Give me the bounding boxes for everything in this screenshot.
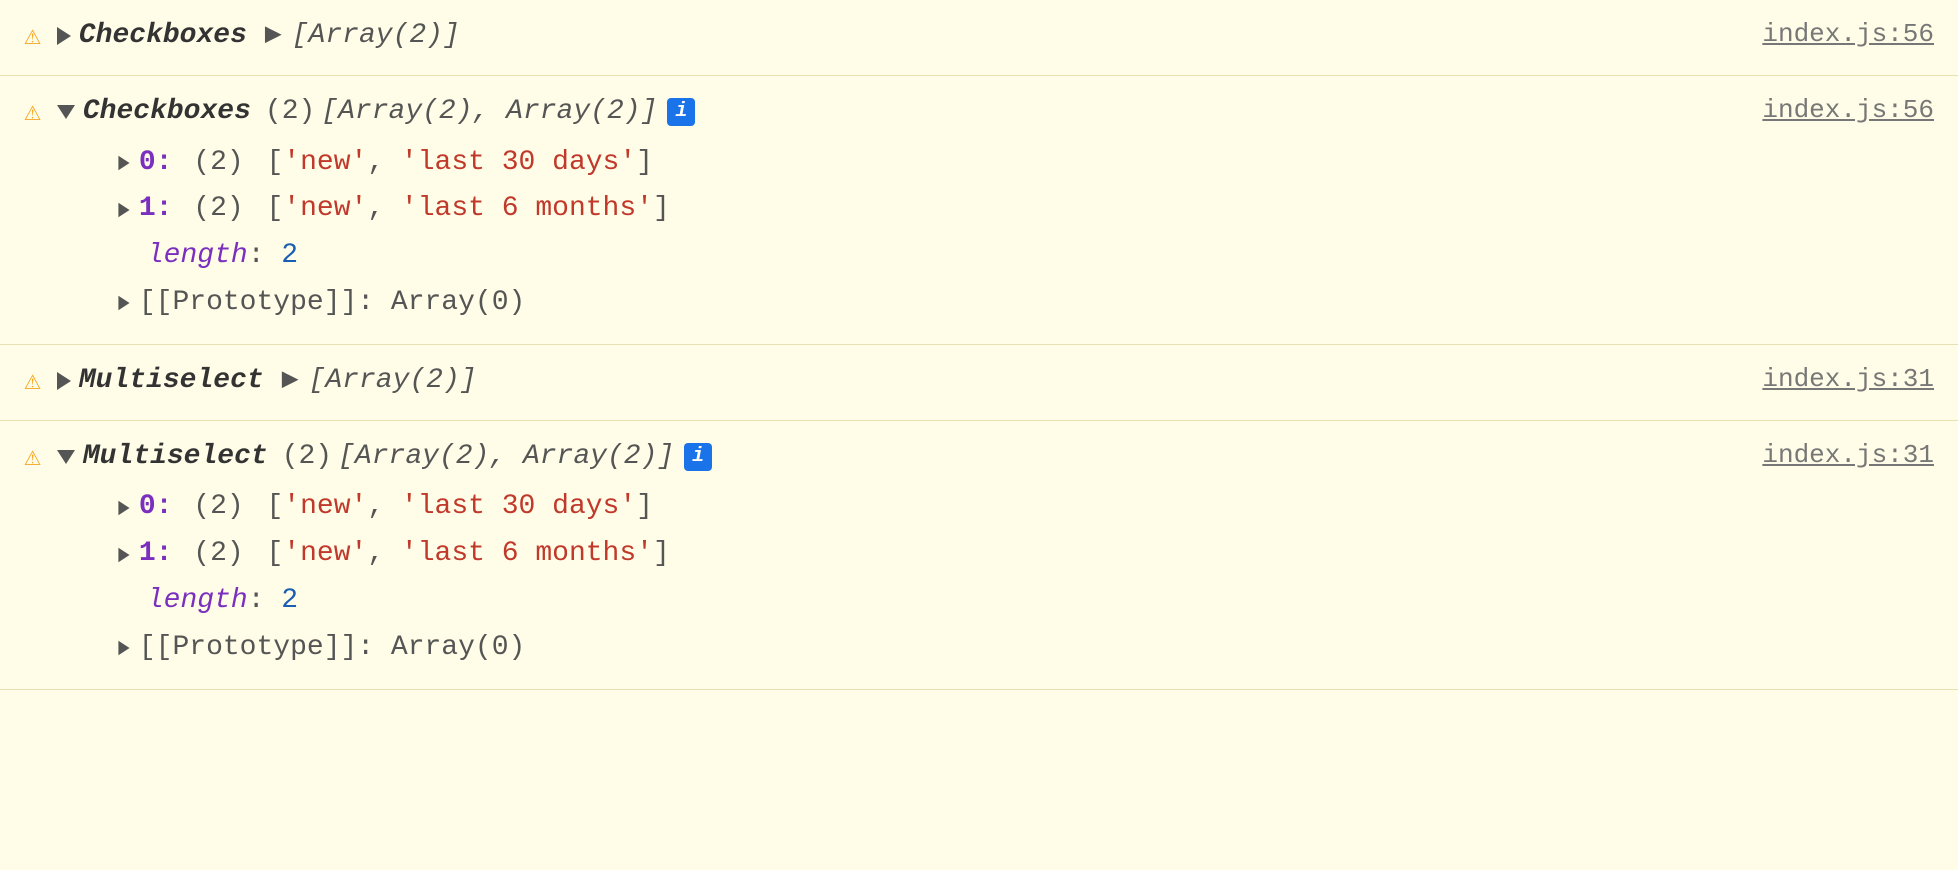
log-header-3: Multiselect ▶ [Array(2)] index.js:31 (57, 359, 1934, 404)
warning-icon-4: ⚠ (24, 437, 41, 482)
expanded-content-2: 0: (2) [ 'new' , 'last 30 days' ] 1: (2)… (57, 139, 1934, 326)
array-item-2-1: 1: (2) [ 'new' , 'last 6 months' ] (117, 187, 1934, 232)
file-link-2[interactable]: index.js:56 (1722, 90, 1934, 132)
bracket-comma-2-0: , (367, 141, 401, 186)
prototype-expand-4[interactable] (118, 641, 129, 655)
array-item-2-0: 0: (2) [ 'new' , 'last 30 days' ] (117, 141, 1934, 186)
length-key-2: length (147, 234, 248, 279)
item-index-4-0: 0: (139, 485, 173, 530)
log-entry-2: ⚠ Checkboxes (2) [Array(2), Array(2)] i … (0, 76, 1958, 345)
header-left-2: Checkboxes (2) [Array(2), Array(2)] i (57, 90, 1723, 135)
item-val-4-1-1: 'last 6 months' (401, 532, 653, 577)
log-header-1: Checkboxes ▶ [Array(2)] index.js:56 (57, 14, 1934, 59)
bracket-open-4-1: [ (266, 532, 283, 577)
array-item-4-0: 0: (2) [ 'new' , 'last 30 days' ] (117, 485, 1934, 530)
info-badge-4: i (684, 443, 712, 471)
bracket-open-4-0: [ (266, 485, 283, 530)
prototype-label-4: [[Prototype]]: Array(0) (139, 626, 525, 671)
bracket-close-2-1: ] (653, 187, 670, 232)
item-val-2-0-1: 'last 30 days' (401, 141, 636, 186)
bracket-open-2-0: [ (266, 141, 283, 186)
component-name-2: Checkboxes (83, 90, 251, 135)
expand-toggle-3[interactable] (57, 372, 71, 390)
log-content-4: Multiselect (2) [Array(2), Array(2)] i i… (57, 435, 1934, 671)
item-val-2-1-1: 'last 6 months' (401, 187, 653, 232)
expand-toggle-1[interactable] (57, 27, 71, 45)
component-name-4: Multiselect (83, 435, 268, 480)
file-link-4[interactable]: index.js:31 (1722, 435, 1934, 477)
item-val-4-1-0: 'new' (283, 532, 367, 577)
length-row-4: length : 2 (117, 579, 1934, 624)
bracket-open-2-1: [ (266, 187, 283, 232)
array-preview-2: [Array(2), Array(2)] (321, 90, 657, 135)
length-colon-4: : (248, 579, 282, 624)
length-value-4: 2 (281, 579, 298, 624)
file-link-1[interactable]: index.js:56 (1722, 14, 1934, 56)
log-entry-1: ⚠ Checkboxes ▶ [Array(2)] index.js:56 (0, 0, 1958, 76)
component-name-3: Multiselect (79, 359, 264, 404)
length-row-2: length : 2 (117, 234, 1934, 279)
warning-icon-3: ⚠ (24, 361, 41, 406)
item-index-2-0: 0: (139, 141, 173, 186)
length-colon-2: : (248, 234, 282, 279)
item-count-4-1: (2) (176, 532, 260, 577)
log-content-1: Checkboxes ▶ [Array(2)] index.js:56 (57, 14, 1934, 59)
log-content-2: Checkboxes (2) [Array(2), Array(2)] i in… (57, 90, 1934, 326)
info-badge-2: i (667, 98, 695, 126)
length-value-2: 2 (281, 234, 298, 279)
header-left-3: Multiselect ▶ [Array(2)] (57, 359, 1723, 404)
arrow-1: ▶ (265, 14, 282, 59)
length-key-4: length (147, 579, 248, 624)
item-index-2-1: 1: (139, 187, 173, 232)
array-item-4-1: 1: (2) [ 'new' , 'last 6 months' ] (117, 532, 1934, 577)
prototype-label-2: [[Prototype]]: Array(0) (139, 281, 525, 326)
arrow-3: ▶ (282, 359, 299, 404)
item-expand-4-1[interactable] (118, 547, 129, 561)
header-left-1: Checkboxes ▶ [Array(2)] (57, 14, 1723, 59)
item-expand-2-0[interactable] (118, 156, 129, 170)
array-preview-3: [Array(2)] (309, 359, 477, 404)
array-preview-1: [Array(2)] (292, 14, 460, 59)
count-prefix-2: (2) (265, 90, 315, 135)
bracket-comma-4-0: , (367, 485, 401, 530)
item-count-2-1: (2) (176, 187, 260, 232)
header-left-4: Multiselect (2) [Array(2), Array(2)] i (57, 435, 1723, 480)
expand-toggle-4[interactable] (57, 450, 75, 464)
console-panel: ⚠ Checkboxes ▶ [Array(2)] index.js:56 ⚠ … (0, 0, 1958, 870)
item-val-4-0-1: 'last 30 days' (401, 485, 636, 530)
warning-icon-2: ⚠ (24, 92, 41, 137)
log-entry-4: ⚠ Multiselect (2) [Array(2), Array(2)] i… (0, 421, 1958, 690)
item-count-4-0: (2) (176, 485, 260, 530)
item-expand-2-1[interactable] (118, 203, 129, 217)
bracket-close-4-1: ] (653, 532, 670, 577)
item-val-2-0-0: 'new' (283, 141, 367, 186)
prototype-row-2: [[Prototype]]: Array(0) (117, 281, 1934, 326)
prototype-row-4: [[Prototype]]: Array(0) (117, 626, 1934, 671)
expanded-content-4: 0: (2) [ 'new' , 'last 30 days' ] 1: (2)… (57, 483, 1934, 670)
log-content-3: Multiselect ▶ [Array(2)] index.js:31 (57, 359, 1934, 404)
item-val-2-1-0: 'new' (283, 187, 367, 232)
item-count-2-0: (2) (176, 141, 260, 186)
bracket-close-4-0: ] (636, 485, 653, 530)
bracket-comma-2-1: , (367, 187, 401, 232)
warning-icon-1: ⚠ (24, 16, 41, 61)
log-header-4: Multiselect (2) [Array(2), Array(2)] i i… (57, 435, 1934, 480)
file-link-3[interactable]: index.js:31 (1722, 359, 1934, 401)
expand-toggle-2[interactable] (57, 105, 75, 119)
count-prefix-4: (2) (282, 435, 332, 480)
array-preview-4: [Array(2), Array(2)] (338, 435, 674, 480)
bracket-close-2-0: ] (636, 141, 653, 186)
item-val-4-0-0: 'new' (283, 485, 367, 530)
component-name-1: Checkboxes (79, 14, 247, 59)
log-header-2: Checkboxes (2) [Array(2), Array(2)] i in… (57, 90, 1934, 135)
item-index-4-1: 1: (139, 532, 173, 577)
item-expand-4-0[interactable] (118, 501, 129, 515)
prototype-expand-2[interactable] (118, 296, 129, 310)
log-entry-3: ⚠ Multiselect ▶ [Array(2)] index.js:31 (0, 345, 1958, 421)
bracket-comma-4-1: , (367, 532, 401, 577)
